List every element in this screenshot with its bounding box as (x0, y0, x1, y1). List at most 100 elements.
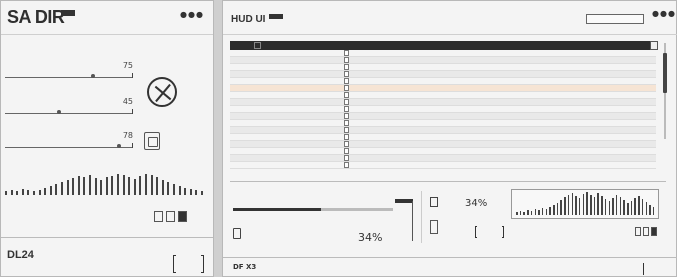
histogram-bar (5, 191, 7, 195)
histogram-bar (133, 179, 136, 195)
row-checkbox[interactable] (344, 57, 349, 63)
slider-3-value: 78 (122, 131, 133, 140)
row-checkbox[interactable] (344, 127, 349, 133)
row-checkbox[interactable] (344, 162, 349, 168)
row-checkbox[interactable] (344, 99, 349, 105)
load-progress-fill (233, 208, 321, 211)
prev-button[interactable] (635, 227, 641, 236)
left-panel-title: SA DIR (7, 7, 65, 27)
window-controls[interactable]: ●●● (652, 9, 676, 18)
row-checkbox[interactable] (344, 148, 349, 154)
table-row[interactable] (230, 50, 656, 57)
histogram (5, 173, 209, 195)
histogram-bar (139, 176, 142, 195)
sparkline-bar (582, 194, 585, 215)
document-icon[interactable] (233, 228, 241, 239)
table-row[interactable] (230, 134, 656, 141)
histogram-bar (83, 177, 86, 195)
table-row[interactable] (230, 78, 656, 85)
histogram-bar (111, 176, 114, 195)
right-panel: HUD UI ●●● 34% 34% DF X3 (222, 0, 677, 277)
sparkline-bar (530, 211, 533, 215)
table-row[interactable] (230, 64, 656, 71)
table-row[interactable] (230, 113, 656, 120)
histogram-bar (128, 177, 131, 195)
row-checkbox[interactable] (344, 92, 349, 98)
histogram-bar (38, 190, 41, 195)
option-checkbox[interactable] (430, 197, 438, 207)
slider-1-knob[interactable] (91, 74, 95, 78)
histogram-bar (189, 189, 192, 195)
sparkline-bar (615, 195, 618, 215)
table-row[interactable] (230, 85, 656, 92)
histogram-bar (44, 188, 47, 195)
table-row[interactable] (230, 71, 656, 78)
legend-chip (395, 199, 413, 203)
row-checkbox[interactable] (344, 141, 349, 147)
slider-2-knob[interactable] (57, 110, 61, 114)
table-row[interactable] (230, 92, 656, 99)
prev-button[interactable] (154, 211, 163, 222)
row-checkbox[interactable] (344, 120, 349, 126)
table-row[interactable] (230, 162, 656, 169)
row-checkbox[interactable] (344, 106, 349, 112)
table-row[interactable] (230, 127, 656, 134)
sparkline-bar (534, 209, 536, 215)
search-input[interactable] (586, 14, 644, 24)
sparkline-bar (586, 192, 588, 215)
sparkline-bar (652, 207, 655, 215)
row-checkbox[interactable] (344, 64, 349, 70)
bracket-icon (643, 263, 646, 275)
sparkline-bar (627, 203, 629, 215)
row-checkbox[interactable] (344, 155, 349, 161)
next-button[interactable] (643, 227, 649, 236)
table-row[interactable] (230, 106, 656, 113)
play-button[interactable] (651, 227, 657, 236)
row-checkbox[interactable] (344, 71, 349, 77)
histogram-bar (161, 180, 164, 195)
next-button[interactable] (166, 211, 175, 222)
bottom-title: DL24 (7, 249, 34, 261)
table-row[interactable] (230, 148, 656, 155)
row-checkbox[interactable] (344, 113, 349, 119)
sparkline-bar (541, 208, 544, 215)
right-panel-title: HUD UI (231, 14, 266, 25)
window-icon[interactable] (144, 132, 160, 150)
histogram-bar (33, 191, 35, 195)
table-row[interactable] (230, 141, 656, 148)
table-row[interactable] (230, 155, 656, 162)
right-panel-header: HUD UI ●●● (223, 1, 677, 35)
histogram-bar (100, 180, 103, 195)
table-header (230, 41, 656, 50)
table-row[interactable] (230, 99, 656, 106)
row-checkbox[interactable] (344, 85, 349, 91)
row-checkbox[interactable] (344, 134, 349, 140)
histogram-bar (173, 184, 175, 195)
table-row[interactable] (230, 120, 656, 127)
window-controls[interactable]: ●●● (180, 10, 204, 19)
compass-icon[interactable] (147, 77, 177, 107)
histogram-bar (27, 190, 30, 195)
select-all-checkbox[interactable] (254, 42, 261, 49)
table-row[interactable] (230, 57, 656, 64)
row-checkbox[interactable] (344, 50, 349, 56)
play-button[interactable] (178, 211, 187, 222)
row-checkbox[interactable] (344, 78, 349, 84)
table-options-button[interactable] (650, 41, 658, 50)
histogram-bar (201, 191, 203, 195)
histogram-bar (55, 184, 58, 195)
histogram-bar (145, 174, 147, 195)
histogram-bar (16, 191, 19, 195)
option-percent: 34% (465, 198, 488, 209)
scrollbar-thumb[interactable] (663, 53, 667, 93)
left-panel-header: SA DIR ●●● (1, 1, 213, 35)
slider-3-knob[interactable] (117, 144, 121, 148)
sparkline-bar (567, 195, 570, 215)
load-percent: 34% (358, 231, 383, 244)
sparkline-bar (545, 209, 548, 215)
histogram-bar (178, 186, 181, 195)
sparkline-bar (612, 198, 614, 215)
histogram-bar (10, 190, 13, 195)
histogram-bar (167, 182, 170, 195)
histogram-bar (150, 175, 153, 195)
